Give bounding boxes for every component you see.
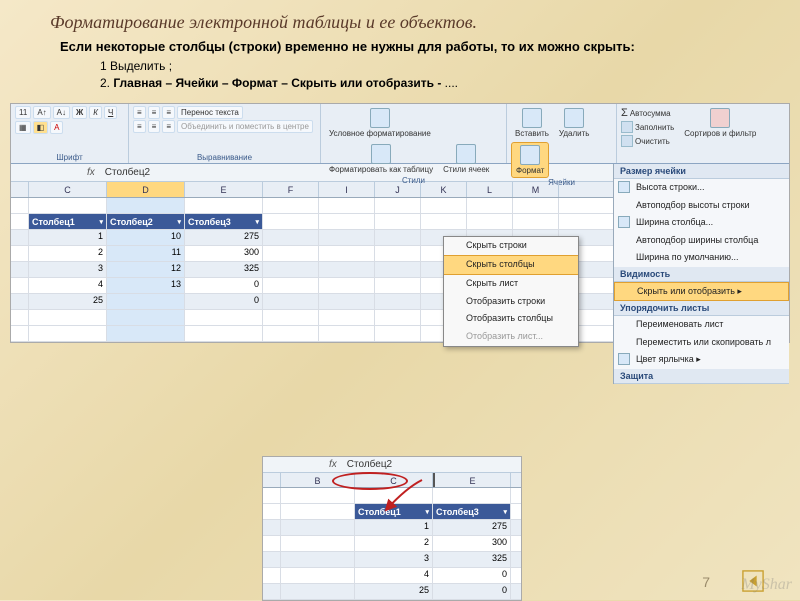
ctx-hide-cols[interactable]: Скрыть столбцы — [444, 255, 578, 275]
col-M[interactable]: M — [513, 182, 559, 197]
table-header-1[interactable]: Столбец1▾ — [29, 214, 107, 229]
stable-header-1[interactable]: Столбец1▾ — [355, 504, 433, 519]
align-bot-button[interactable]: ≡ — [162, 106, 175, 119]
fm-autofit-row[interactable]: Автоподбор высоты строки — [614, 197, 789, 215]
italic-button[interactable]: К — [89, 106, 102, 119]
step-2: 2. Главная – Ячейки – Формат – Скрыть ил… — [100, 75, 800, 92]
align-top-button[interactable]: ≡ — [133, 106, 146, 119]
format-dropdown-menu: Размер ячейки Высота строки... Автоподбо… — [613, 164, 789, 384]
excel-main-window: 11 A↑ A↓ Ж К Ч ▦ ◧ A Шрифт ≡ ≡ ≡ Перенос… — [10, 103, 790, 343]
grow-font-button[interactable]: A↑ — [33, 106, 50, 119]
ribbon-editing-group: ΣАвтосумма Заполнить Очистить Сортиров и… — [617, 104, 789, 163]
row-height-icon — [618, 181, 630, 193]
excel-result-window: fx Столбец2 B C E Столбец1▾ Столбец3▾ 12… — [262, 456, 522, 601]
autosum-button[interactable]: ΣАвтосумма — [621, 106, 674, 120]
cell-styles-button[interactable]: Стили ячеек — [439, 142, 493, 176]
col-J[interactable]: J — [375, 182, 421, 197]
align-right-button[interactable]: ≡ — [162, 120, 175, 133]
merge-button[interactable]: Объединить и поместить в центре — [177, 120, 313, 133]
fm-head-visibility: Видимость — [614, 267, 789, 282]
tab-color-icon — [618, 353, 630, 365]
col-width-icon — [618, 216, 630, 228]
font-color-button[interactable]: A — [50, 121, 63, 134]
clear-button[interactable]: Очистить — [621, 134, 674, 148]
slide-title: Форматирование электронной таблицы и ее … — [0, 0, 800, 39]
ribbon: 11 A↑ A↓ Ж К Ч ▦ ◧ A Шрифт ≡ ≡ ≡ Перенос… — [11, 104, 789, 164]
col-L[interactable]: L — [467, 182, 513, 197]
bold-button[interactable]: Ж — [72, 106, 87, 119]
col-C[interactable]: C — [29, 182, 107, 197]
align-group-label: Выравнивание — [133, 153, 316, 163]
fm-move-copy[interactable]: Переместить или скопировать л — [614, 334, 789, 352]
fm-rename-sheet[interactable]: Переименовать лист — [614, 316, 789, 334]
page-number: 7 — [702, 574, 710, 590]
fx-icon: fx — [81, 167, 101, 178]
sort-filter-button[interactable]: Сортиров и фильтр — [680, 106, 760, 148]
watermark: MyShar — [741, 576, 792, 594]
stable-header-2[interactable]: Столбец3▾ — [433, 504, 511, 519]
cond-format-button[interactable]: Условное форматирование — [325, 106, 435, 140]
ctx-show-sheet: Отобразить лист... — [444, 328, 578, 346]
ribbon-font-group: 11 A↑ A↓ Ж К Ч ▦ ◧ A Шрифт — [11, 104, 129, 163]
scol-E[interactable]: E — [433, 473, 511, 487]
font-group-label: Шрифт — [15, 153, 124, 163]
fm-head-sheets: Упорядочить листы — [614, 301, 789, 316]
insert-button[interactable]: Вставить — [511, 106, 553, 140]
fm-autofit-col[interactable]: Автоподбор ширины столбца — [614, 232, 789, 250]
col-K[interactable]: K — [421, 182, 467, 197]
fill-color-button[interactable]: ◧ — [33, 121, 49, 134]
border-button[interactable]: ▦ — [15, 121, 31, 134]
ctx-hide-sheet[interactable]: Скрыть лист — [444, 275, 578, 293]
ribbon-styles-group: Условное форматирование Форматировать ка… — [321, 104, 507, 163]
col-E[interactable]: E — [185, 182, 263, 197]
ribbon-cells-group: Вставить Удалить Формат Ячейки — [507, 104, 617, 163]
wrap-text-button[interactable]: Перенос текста — [177, 106, 243, 119]
col-I[interactable]: I — [319, 182, 375, 197]
ribbon-align-group: ≡ ≡ ≡ Перенос текста ≡ ≡ ≡ Объединить и … — [129, 104, 321, 163]
description: Если некоторые столбцы (строки) временно… — [0, 39, 800, 58]
step-1: 1 Выделить ; — [100, 58, 800, 75]
fill-icon — [621, 121, 633, 133]
ctx-hide-rows[interactable]: Скрыть строки — [444, 237, 578, 255]
fm-default-width[interactable]: Ширина по умолчанию... — [614, 249, 789, 267]
clear-icon — [621, 135, 633, 147]
scol-B[interactable]: B — [281, 473, 355, 487]
fill-button[interactable]: Заполнить — [621, 120, 674, 134]
fm-hide-show[interactable]: Скрыть или отобразить ▸ — [614, 282, 789, 302]
align-mid-button[interactable]: ≡ — [148, 106, 161, 119]
ctx-show-rows[interactable]: Отобразить строки — [444, 293, 578, 311]
ctx-show-cols[interactable]: Отобразить столбцы — [444, 310, 578, 328]
fm-col-width[interactable]: Ширина столбца... — [614, 214, 789, 232]
table-header-3[interactable]: Столбец3▾ — [185, 214, 263, 229]
col-D[interactable]: D — [107, 182, 185, 197]
fm-head-protection: Защита — [614, 369, 789, 384]
col-F[interactable]: F — [263, 182, 319, 197]
format-as-table-button[interactable]: Форматировать как таблицу — [325, 142, 437, 176]
formula-value[interactable]: Столбец2 — [101, 167, 150, 178]
fm-row-height[interactable]: Высота строки... — [614, 179, 789, 197]
fm-head-size: Размер ячейки — [614, 164, 789, 179]
formula-value-small: Столбец2 — [343, 459, 392, 470]
align-left-button[interactable]: ≡ — [133, 120, 146, 133]
fx-icon-small: fx — [323, 459, 343, 470]
underline-button[interactable]: Ч — [104, 106, 117, 119]
align-center-button[interactable]: ≡ — [148, 120, 161, 133]
steps: 1 Выделить ; 2. Главная – Ячейки – Форма… — [0, 58, 800, 100]
shrink-font-button[interactable]: A↓ — [53, 106, 70, 119]
hide-show-submenu: Скрыть строки Скрыть столбцы Скрыть лист… — [443, 236, 579, 346]
delete-button[interactable]: Удалить — [555, 106, 594, 140]
format-button[interactable]: Формат — [511, 142, 549, 178]
table-header-2[interactable]: Столбец2▾ — [107, 214, 185, 229]
font-size-select[interactable]: 11 — [15, 106, 31, 119]
scol-C[interactable]: C — [355, 473, 433, 487]
fm-tab-color[interactable]: Цвет ярлычка ▸ — [614, 351, 789, 369]
